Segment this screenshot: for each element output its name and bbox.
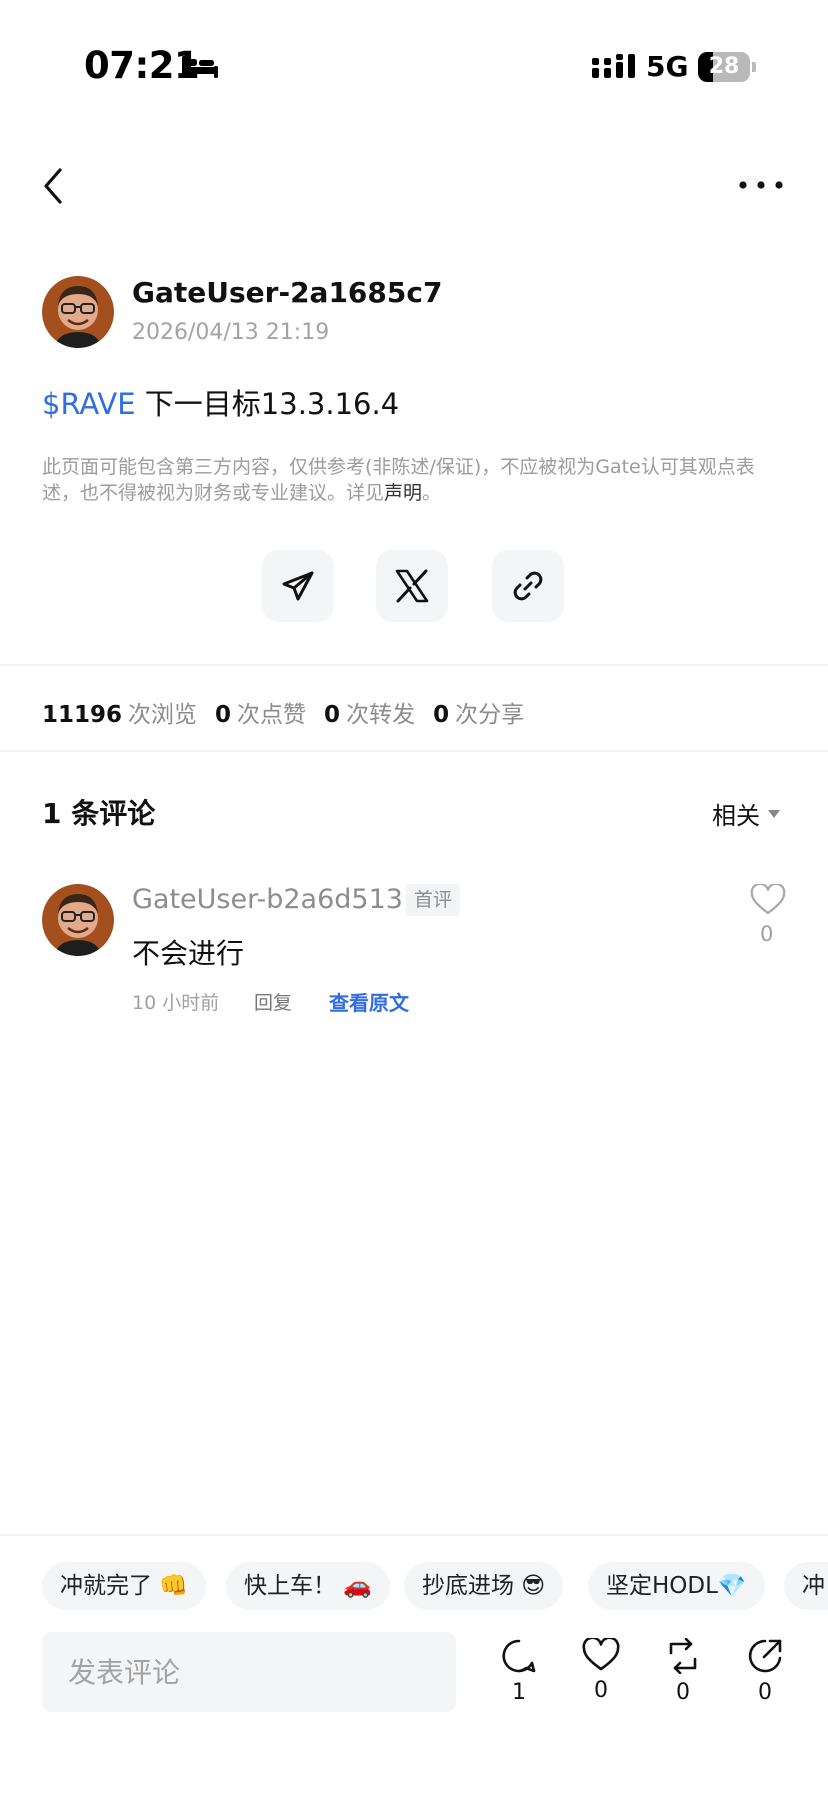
commenter-avatar[interactable] xyxy=(42,884,114,956)
comment-bubble-icon xyxy=(502,1639,536,1673)
repost-action[interactable]: 0 xyxy=(653,1638,713,1705)
quick-reply-chip[interactable]: 坚定HODL💎 xyxy=(588,1562,765,1610)
disclaimer-link[interactable]: 声明 xyxy=(384,482,422,504)
post-content: $RAVE 下一目标13.3.16.4 xyxy=(42,381,399,423)
shares-count: 0 xyxy=(433,702,450,728)
like-action[interactable]: 0 xyxy=(571,1638,631,1703)
comments-action[interactable]: 1 xyxy=(489,1638,549,1705)
heart-icon[interactable] xyxy=(750,884,786,916)
comments-count: 1 xyxy=(512,1680,526,1705)
first-comment-badge: 首评 xyxy=(406,884,461,916)
comment-composer[interactable] xyxy=(42,1632,474,1712)
likes-action-count: 0 xyxy=(594,1678,608,1703)
telegram-icon xyxy=(282,571,314,601)
commenter-name[interactable]: GateUser-b2a6d513 xyxy=(132,884,403,915)
views-count: 11196 xyxy=(42,702,123,728)
shares-action-count: 0 xyxy=(758,1680,772,1705)
disclaimer-end: 。 xyxy=(422,482,442,504)
likes-label: 次点赞 xyxy=(237,702,307,728)
author-name[interactable]: GateUser-2a1685c7 xyxy=(132,276,442,309)
more-options-icon[interactable] xyxy=(738,178,784,192)
share-telegram-button[interactable] xyxy=(262,550,334,622)
shares-label: 次分享 xyxy=(455,702,525,728)
copy-link-button[interactable] xyxy=(492,550,564,622)
share-arrow-icon xyxy=(748,1639,782,1673)
divider xyxy=(0,664,828,666)
sort-dropdown[interactable]: 相关 xyxy=(712,796,760,831)
caret-down-icon[interactable] xyxy=(768,810,780,818)
x-icon xyxy=(395,569,429,603)
link-icon xyxy=(513,571,543,601)
quick-reply-chip[interactable]: 冲就完了 👊 xyxy=(42,1562,206,1610)
author-avatar[interactable] xyxy=(42,276,114,348)
comment-time: 10 小时前 xyxy=(132,992,220,1014)
cellular-signal-icon xyxy=(592,54,635,78)
share-x-button[interactable] xyxy=(376,550,448,622)
likes-count: 0 xyxy=(215,702,232,728)
reply-button[interactable]: 回复 xyxy=(254,988,292,1015)
views-label: 次浏览 xyxy=(128,702,198,728)
reposts-label: 次转发 xyxy=(346,702,416,728)
heart-icon xyxy=(582,1638,620,1671)
comment-like-count: 0 xyxy=(760,922,774,946)
reposts-count: 0 xyxy=(324,702,341,728)
battery-icon: 28 xyxy=(698,52,756,82)
post-body: 下一目标13.3.16.4 xyxy=(135,387,400,421)
comment-count: 1 条评论 xyxy=(42,797,156,830)
comment-input[interactable] xyxy=(42,1632,474,1712)
reposts-action-count: 0 xyxy=(676,1680,690,1705)
post-stats: 11196 次浏览 0 次点赞 0 次转发 0 次分享 xyxy=(42,695,542,729)
back-arrow-icon[interactable] xyxy=(36,164,72,208)
share-action[interactable]: 0 xyxy=(735,1638,795,1705)
quick-reply-chip[interactable]: 快上车！ 🚗 xyxy=(226,1562,390,1610)
comment-text: 不会进行 xyxy=(132,937,245,970)
view-original-button[interactable]: 查看原文 xyxy=(329,987,409,1016)
network-type: 5G xyxy=(646,50,689,83)
quick-reply-chip[interactable]: 冲 xyxy=(784,1562,828,1610)
repost-icon xyxy=(669,1638,697,1674)
quick-reply-chip[interactable]: 抄底进场 😎 xyxy=(404,1562,564,1610)
divider xyxy=(0,1534,828,1536)
post-timestamp: 2026/04/13 21:19 xyxy=(132,320,330,345)
sleep-focus-icon xyxy=(182,56,218,78)
disclaimer: 此页面可能包含第三方内容，仅供参考(非陈述/保证)，不应被视为Gate认可其观点… xyxy=(42,454,790,506)
ticker-tag[interactable]: $RAVE xyxy=(42,387,136,421)
divider xyxy=(0,750,828,752)
battery-percent: 28 xyxy=(708,54,740,79)
